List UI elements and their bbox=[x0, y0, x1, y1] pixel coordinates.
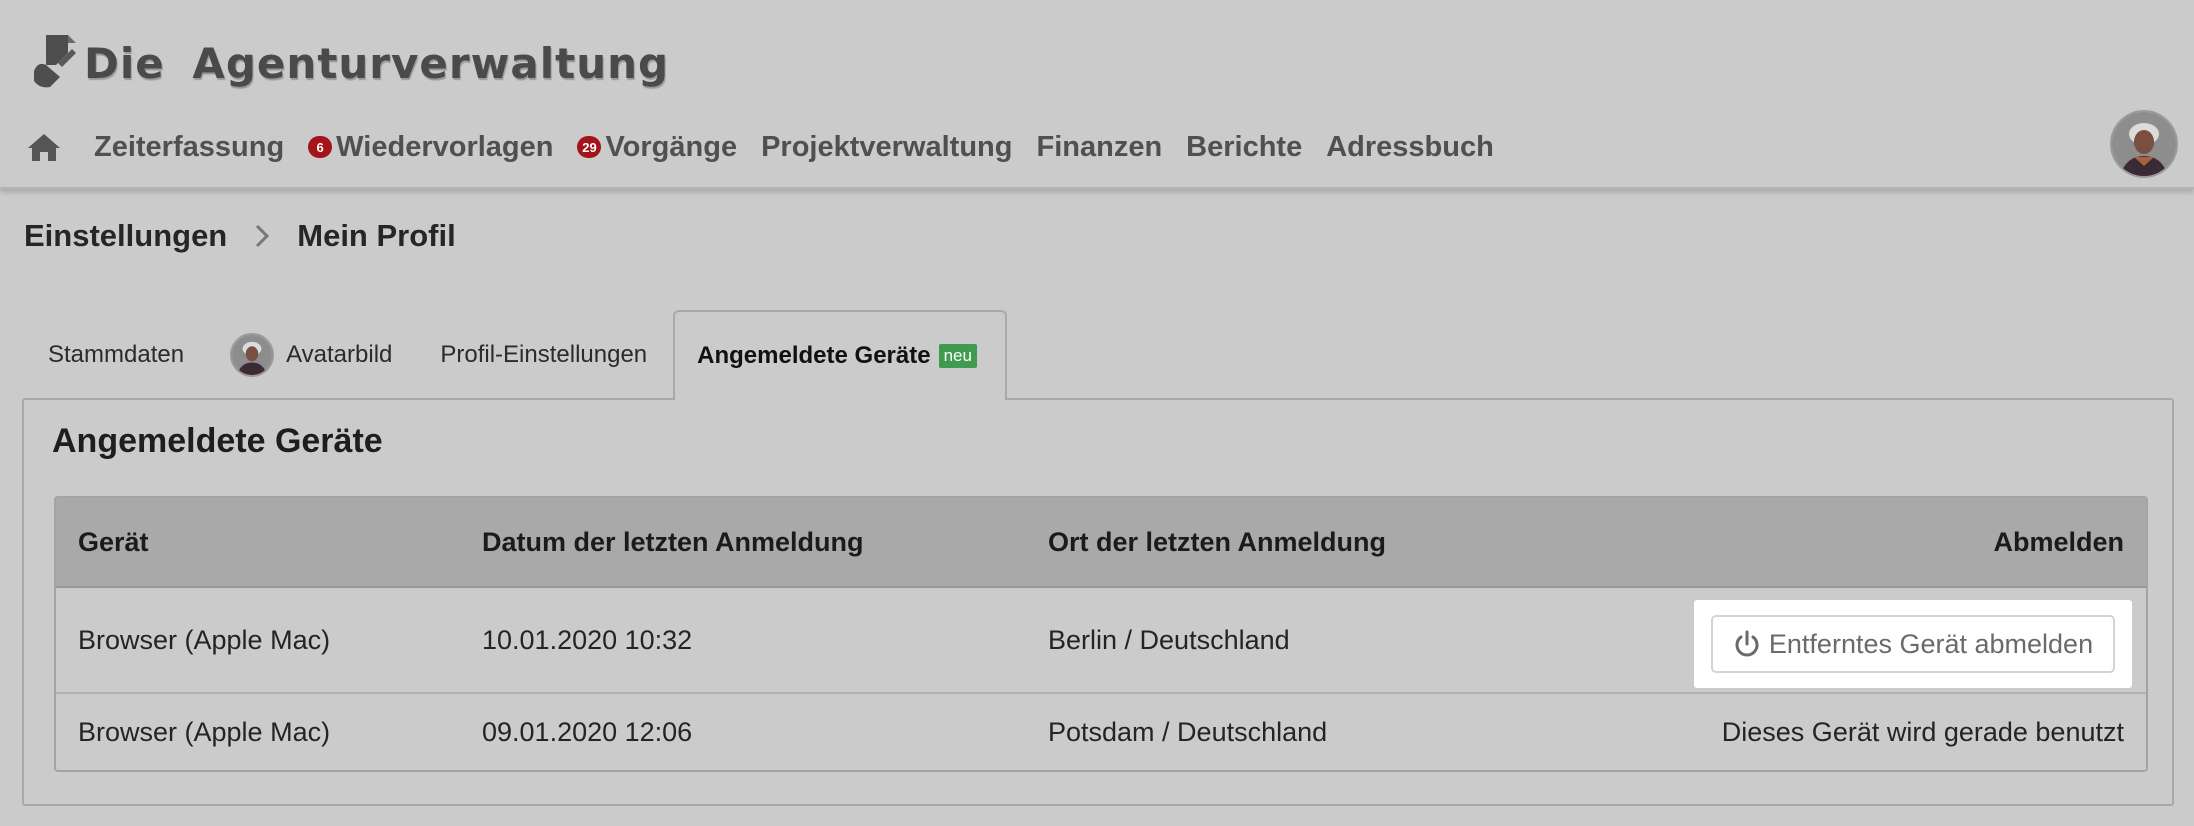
user-avatar[interactable] bbox=[2112, 112, 2176, 176]
logout-remote-device-button[interactable]: Entferntes Gerät abmelden bbox=[1711, 615, 2115, 673]
nav-item-label: Adressbuch bbox=[1326, 130, 1494, 163]
tab-profil-einstellungen[interactable]: Profil-Einstellungen bbox=[416, 310, 671, 400]
app-logo-text: Die Agenturverwaltung bbox=[84, 38, 670, 88]
tab-label: Profil-Einstellungen bbox=[440, 341, 648, 368]
breadcrumb-item-mein-profil: Mein Profil bbox=[297, 218, 456, 253]
table-header: Gerät Datum der letzten Anmeldung Ort de… bbox=[56, 498, 2146, 588]
top-header: Die Agenturverwaltung Zeiterfassung 6 Wi… bbox=[0, 0, 2194, 189]
table-row: Browser (Apple Mac) 10.01.2020 10:32 Ber… bbox=[56, 588, 2146, 694]
nav-item-label: Berichte bbox=[1186, 130, 1303, 163]
logo-document-icon bbox=[34, 35, 76, 88]
column-header-date: Datum der letzten Anmeldung bbox=[482, 526, 864, 557]
app-logo[interactable]: Die Agenturverwaltung bbox=[28, 28, 669, 98]
nav-item-wiedervorlagen[interactable]: 6 Wiedervorlagen bbox=[308, 131, 553, 164]
chevron-right-icon bbox=[247, 221, 277, 251]
tab-stammdaten[interactable]: Stammdaten bbox=[24, 310, 208, 400]
location-cell: Berlin / Deutschland bbox=[1048, 624, 1290, 655]
location-cell: Potsdam / Deutschland bbox=[1048, 716, 1328, 747]
tab-avatarbild[interactable]: Avatarbild bbox=[208, 310, 416, 400]
nav-item-zeiterfassung[interactable]: Zeiterfassung bbox=[94, 131, 284, 164]
devices-table: Gerät Datum der letzten Anmeldung Ort de… bbox=[54, 496, 2148, 772]
avatar bbox=[232, 335, 273, 375]
nav-item-finanzen[interactable]: Finanzen bbox=[1036, 131, 1162, 164]
nav-item-label: Wiedervorlagen bbox=[336, 130, 554, 163]
tab-label: Angemeldete Geräte bbox=[697, 342, 931, 369]
new-badge: neu bbox=[938, 344, 977, 368]
device-cell: Browser (Apple Mac) bbox=[78, 624, 331, 655]
devices-panel: Angemeldete Geräte Gerät Datum der letzt… bbox=[22, 398, 2174, 806]
nav-item-vorgaenge[interactable]: 29 Vorgänge bbox=[577, 131, 737, 164]
power-icon bbox=[1733, 630, 1761, 658]
home-icon[interactable] bbox=[26, 129, 66, 165]
nav-item-projektverwaltung[interactable]: Projektverwaltung bbox=[761, 131, 1012, 164]
profile-tabs: Stammdaten Avatarbild Profil-Einstellung… bbox=[24, 310, 1007, 400]
nav-item-label: Zeiterfassung bbox=[94, 130, 285, 163]
date-cell: 09.01.2020 12:06 bbox=[482, 716, 693, 747]
breadcrumb-item-einstellungen[interactable]: Einstellungen bbox=[24, 218, 227, 254]
count-badge: 29 bbox=[577, 136, 602, 158]
column-header-logout: Abmelden bbox=[1993, 526, 2124, 557]
nav-item-label: Projektverwaltung bbox=[761, 130, 1013, 163]
logout-highlight: Entferntes Gerät abmelden bbox=[1694, 600, 2132, 688]
logout-button-label: Entferntes Gerät abmelden bbox=[1768, 628, 2094, 659]
date-cell: 10.01.2020 10:32 bbox=[482, 624, 693, 655]
main-nav: Zeiterfassung 6 Wiedervorlagen 29 Vorgän… bbox=[26, 122, 1518, 172]
nav-item-berichte[interactable]: Berichte bbox=[1186, 131, 1302, 164]
device-cell: Browser (Apple Mac) bbox=[78, 716, 331, 747]
column-header-location: Ort der letzten Anmeldung bbox=[1048, 526, 1387, 557]
tab-angemeldete-geraete[interactable]: Angemeldete Geräte neu bbox=[673, 310, 1007, 400]
nav-item-label: Finanzen bbox=[1036, 130, 1163, 163]
column-header-device: Gerät bbox=[78, 526, 149, 557]
page-title: Angemeldete Geräte bbox=[52, 422, 383, 460]
current-device-status: Dieses Gerät wird gerade benutzt bbox=[1721, 716, 2124, 747]
count-badge: 6 bbox=[308, 136, 333, 158]
breadcrumb: Einstellungen Mein Profil bbox=[24, 212, 456, 260]
table-row: Browser (Apple Mac) 09.01.2020 12:06 Pot… bbox=[56, 694, 2146, 770]
tab-label: Avatarbild bbox=[286, 341, 393, 368]
nav-item-label: Vorgänge bbox=[605, 130, 738, 163]
nav-item-adressbuch[interactable]: Adressbuch bbox=[1326, 131, 1494, 164]
tab-label: Stammdaten bbox=[48, 341, 185, 368]
